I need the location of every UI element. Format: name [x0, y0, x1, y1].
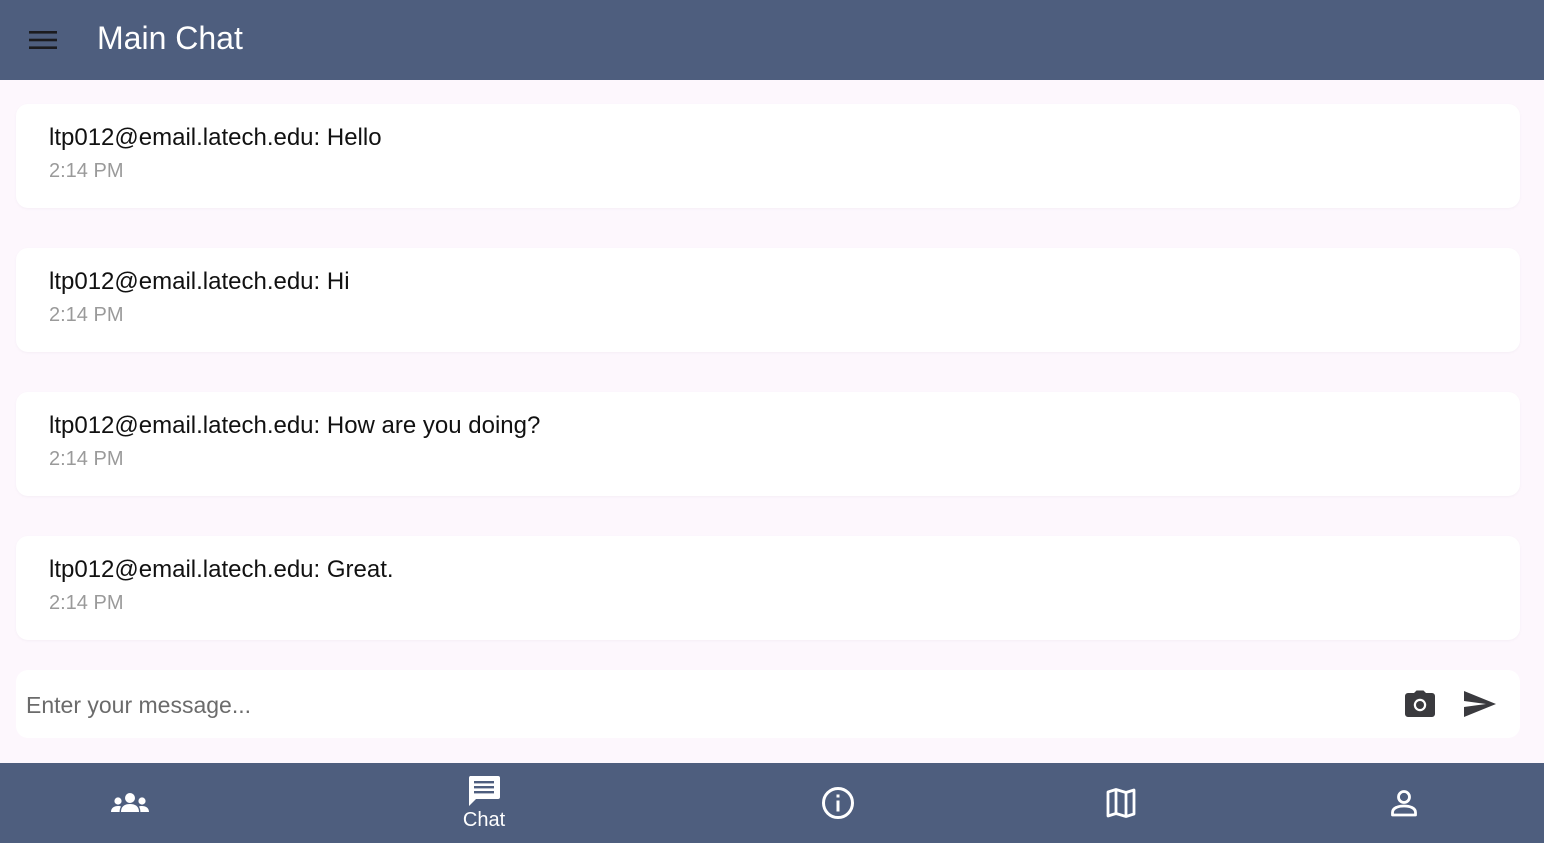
app-bar: Main Chat [0, 0, 1544, 80]
message-text: ltp012@email.latech.edu: Hello [49, 124, 382, 151]
info-icon [822, 787, 854, 819]
menu-icon [29, 31, 57, 49]
camera-icon [1405, 690, 1435, 717]
message-timestamp: 2:14 PM [49, 592, 124, 614]
message-text: ltp012@email.latech.edu: How are you doi… [49, 412, 541, 439]
page-title: Main Chat [97, 20, 243, 56]
message-timestamp: 2:14 PM [49, 160, 124, 182]
message-timestamp: 2:14 PM [49, 304, 124, 326]
camera-button[interactable] [1398, 682, 1442, 726]
chat-icon [468, 775, 500, 806]
message-card: ltp012@email.latech.edu: How are you doi… [16, 392, 1520, 496]
groups-icon [111, 793, 149, 812]
nav-item-chat[interactable]: Chat [424, 763, 544, 843]
nav-item-groups[interactable] [70, 763, 190, 843]
send-icon [1464, 691, 1496, 717]
message-text: ltp012@email.latech.edu: Hi [49, 268, 350, 295]
send-button[interactable] [1458, 682, 1502, 726]
message-input[interactable] [24, 684, 1388, 726]
message-composer [16, 670, 1520, 738]
message-timestamp: 2:14 PM [49, 448, 124, 470]
nav-item-label: Chat [462, 808, 506, 831]
person-icon [1391, 790, 1417, 817]
message-text: ltp012@email.latech.edu: Great. [49, 556, 394, 583]
message-card: ltp012@email.latech.edu: Hi 2:14 PM [16, 248, 1520, 352]
nav-item-info[interactable] [778, 763, 898, 843]
message-card: ltp012@email.latech.edu: Great. 2:14 PM [16, 536, 1520, 640]
map-icon [1106, 788, 1136, 818]
message-card: ltp012@email.latech.edu: Hello 2:14 PM [16, 104, 1520, 208]
nav-item-map[interactable] [1061, 763, 1181, 843]
bottom-navigation: Chat [0, 763, 1544, 843]
nav-item-profile[interactable] [1344, 763, 1464, 843]
menu-button[interactable] [23, 20, 63, 60]
